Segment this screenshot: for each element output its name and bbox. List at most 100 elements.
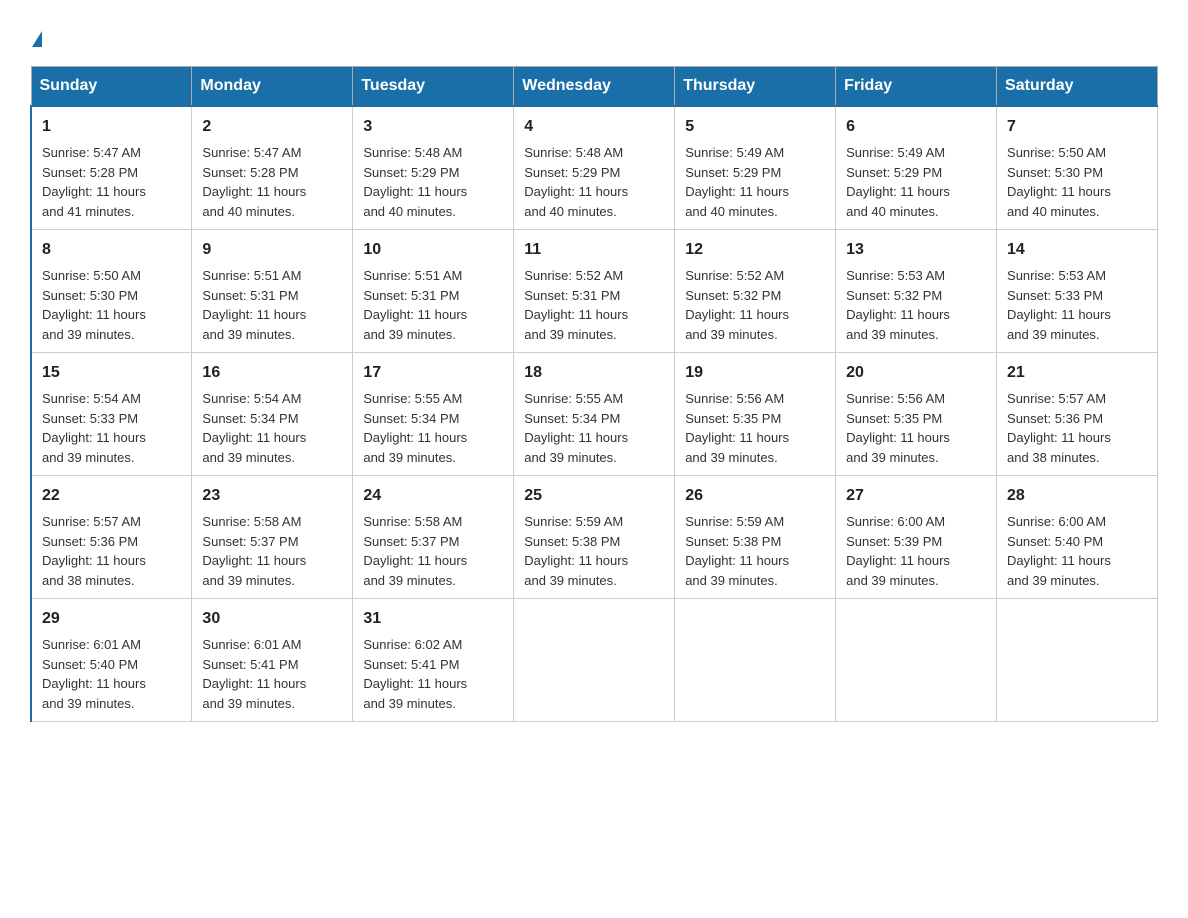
day-number: 10 bbox=[363, 238, 503, 262]
day-number: 16 bbox=[202, 361, 342, 385]
calendar-cell: 16 Sunrise: 5:54 AMSunset: 5:34 PMDayligh… bbox=[192, 353, 353, 476]
day-info: Sunrise: 5:57 AMSunset: 5:36 PMDaylight:… bbox=[1007, 389, 1147, 467]
day-number: 25 bbox=[524, 484, 664, 508]
calendar-cell: 21 Sunrise: 5:57 AMSunset: 5:36 PMDayligh… bbox=[997, 353, 1158, 476]
day-number: 9 bbox=[202, 238, 342, 262]
weekday-header-wednesday: Wednesday bbox=[514, 67, 675, 107]
calendar-cell: 29Sunrise: 6:01 AMSunset: 5:40 PMDayligh… bbox=[31, 599, 192, 722]
day-info: Sunrise: 5:58 AMSunset: 5:37 PMDaylight:… bbox=[363, 512, 503, 590]
calendar-cell: 26 Sunrise: 5:59 AMSunset: 5:38 PMDayligh… bbox=[675, 476, 836, 599]
weekday-header-thursday: Thursday bbox=[675, 67, 836, 107]
day-info: Sunrise: 5:58 AMSunset: 5:37 PMDaylight:… bbox=[202, 512, 342, 590]
calendar-week-row: 29Sunrise: 6:01 AMSunset: 5:40 PMDayligh… bbox=[31, 599, 1158, 722]
weekday-header-monday: Monday bbox=[192, 67, 353, 107]
day-info: Sunrise: 5:54 AMSunset: 5:34 PMDaylight:… bbox=[202, 389, 342, 467]
day-info: Sunrise: 5:55 AMSunset: 5:34 PMDaylight:… bbox=[524, 389, 664, 467]
day-number: 21 bbox=[1007, 361, 1147, 385]
day-number: 7 bbox=[1007, 115, 1147, 139]
logo bbox=[30, 20, 42, 48]
day-number: 23 bbox=[202, 484, 342, 508]
day-number: 20 bbox=[846, 361, 986, 385]
calendar-cell: 12Sunrise: 5:52 AMSunset: 5:32 PMDayligh… bbox=[675, 230, 836, 353]
day-info: Sunrise: 6:00 AMSunset: 5:40 PMDaylight:… bbox=[1007, 512, 1147, 590]
day-info: Sunrise: 5:48 AMSunset: 5:29 PMDaylight:… bbox=[363, 143, 503, 221]
day-info: Sunrise: 6:02 AMSunset: 5:41 PMDaylight:… bbox=[363, 635, 503, 713]
day-info: Sunrise: 5:49 AMSunset: 5:29 PMDaylight:… bbox=[846, 143, 986, 221]
calendar-cell: 2 Sunrise: 5:47 AMSunset: 5:28 PMDaylight… bbox=[192, 106, 353, 230]
day-info: Sunrise: 5:51 AMSunset: 5:31 PMDaylight:… bbox=[202, 266, 342, 344]
day-number: 12 bbox=[685, 238, 825, 262]
day-info: Sunrise: 5:53 AMSunset: 5:33 PMDaylight:… bbox=[1007, 266, 1147, 344]
day-number: 24 bbox=[363, 484, 503, 508]
calendar-week-row: 15 Sunrise: 5:54 AMSunset: 5:33 PMDayligh… bbox=[31, 353, 1158, 476]
day-number: 3 bbox=[363, 115, 503, 139]
day-info: Sunrise: 5:50 AMSunset: 5:30 PMDaylight:… bbox=[42, 266, 181, 344]
calendar-cell: 20 Sunrise: 5:56 AMSunset: 5:35 PMDayligh… bbox=[836, 353, 997, 476]
weekday-header-sunday: Sunday bbox=[31, 67, 192, 107]
day-number: 31 bbox=[363, 607, 503, 631]
calendar-cell: 24 Sunrise: 5:58 AMSunset: 5:37 PMDayligh… bbox=[353, 476, 514, 599]
day-number: 5 bbox=[685, 115, 825, 139]
calendar-cell: 28 Sunrise: 6:00 AMSunset: 5:40 PMDayligh… bbox=[997, 476, 1158, 599]
day-number: 15 bbox=[42, 361, 181, 385]
day-number: 28 bbox=[1007, 484, 1147, 508]
weekday-header-row: SundayMondayTuesdayWednesdayThursdayFrid… bbox=[31, 67, 1158, 107]
day-info: Sunrise: 5:50 AMSunset: 5:30 PMDaylight:… bbox=[1007, 143, 1147, 221]
day-info: Sunrise: 5:55 AMSunset: 5:34 PMDaylight:… bbox=[363, 389, 503, 467]
day-number: 2 bbox=[202, 115, 342, 139]
calendar-cell: 17Sunrise: 5:55 AMSunset: 5:34 PMDayligh… bbox=[353, 353, 514, 476]
calendar-cell: 1 Sunrise: 5:47 AMSunset: 5:28 PMDaylight… bbox=[31, 106, 192, 230]
weekday-header-friday: Friday bbox=[836, 67, 997, 107]
calendar-cell: 27 Sunrise: 6:00 AMSunset: 5:39 PMDayligh… bbox=[836, 476, 997, 599]
calendar-cell: 4Sunrise: 5:48 AMSunset: 5:29 PMDaylight… bbox=[514, 106, 675, 230]
day-info: Sunrise: 6:00 AMSunset: 5:39 PMDaylight:… bbox=[846, 512, 986, 590]
logo-general-line bbox=[30, 20, 42, 48]
calendar-table: SundayMondayTuesdayWednesdayThursdayFrid… bbox=[30, 66, 1158, 722]
day-info: Sunrise: 5:53 AMSunset: 5:32 PMDaylight:… bbox=[846, 266, 986, 344]
calendar-cell: 25 Sunrise: 5:59 AMSunset: 5:38 PMDayligh… bbox=[514, 476, 675, 599]
calendar-cell: 22 Sunrise: 5:57 AMSunset: 5:36 PMDayligh… bbox=[31, 476, 192, 599]
day-info: Sunrise: 5:47 AMSunset: 5:28 PMDaylight:… bbox=[42, 143, 181, 221]
calendar-cell: 5Sunrise: 5:49 AMSunset: 5:29 PMDaylight… bbox=[675, 106, 836, 230]
day-info: Sunrise: 5:51 AMSunset: 5:31 PMDaylight:… bbox=[363, 266, 503, 344]
day-info: Sunrise: 5:54 AMSunset: 5:33 PMDaylight:… bbox=[42, 389, 181, 467]
day-number: 27 bbox=[846, 484, 986, 508]
day-number: 30 bbox=[202, 607, 342, 631]
day-number: 4 bbox=[524, 115, 664, 139]
calendar-cell: 14Sunrise: 5:53 AMSunset: 5:33 PMDayligh… bbox=[997, 230, 1158, 353]
calendar-cell: 19Sunrise: 5:56 AMSunset: 5:35 PMDayligh… bbox=[675, 353, 836, 476]
day-info: Sunrise: 5:56 AMSunset: 5:35 PMDaylight:… bbox=[846, 389, 986, 467]
calendar-cell: 6 Sunrise: 5:49 AMSunset: 5:29 PMDaylight… bbox=[836, 106, 997, 230]
calendar-cell bbox=[836, 599, 997, 722]
day-info: Sunrise: 5:59 AMSunset: 5:38 PMDaylight:… bbox=[685, 512, 825, 590]
logo-triangle-icon bbox=[32, 31, 42, 47]
day-number: 13 bbox=[846, 238, 986, 262]
day-number: 26 bbox=[685, 484, 825, 508]
calendar-cell: 18 Sunrise: 5:55 AMSunset: 5:34 PMDayligh… bbox=[514, 353, 675, 476]
weekday-header-tuesday: Tuesday bbox=[353, 67, 514, 107]
calendar-cell: 3 Sunrise: 5:48 AMSunset: 5:29 PMDaylight… bbox=[353, 106, 514, 230]
calendar-cell: 10 Sunrise: 5:51 AMSunset: 5:31 PMDayligh… bbox=[353, 230, 514, 353]
calendar-week-row: 22 Sunrise: 5:57 AMSunset: 5:36 PMDayligh… bbox=[31, 476, 1158, 599]
day-number: 18 bbox=[524, 361, 664, 385]
day-number: 22 bbox=[42, 484, 181, 508]
calendar-cell: 13 Sunrise: 5:53 AMSunset: 5:32 PMDayligh… bbox=[836, 230, 997, 353]
day-number: 1 bbox=[42, 115, 181, 139]
calendar-cell: 30Sunrise: 6:01 AMSunset: 5:41 PMDayligh… bbox=[192, 599, 353, 722]
day-info: Sunrise: 5:52 AMSunset: 5:31 PMDaylight:… bbox=[524, 266, 664, 344]
calendar-cell: 23 Sunrise: 5:58 AMSunset: 5:37 PMDayligh… bbox=[192, 476, 353, 599]
weekday-header-saturday: Saturday bbox=[997, 67, 1158, 107]
calendar-week-row: 1 Sunrise: 5:47 AMSunset: 5:28 PMDaylight… bbox=[31, 106, 1158, 230]
day-info: Sunrise: 5:59 AMSunset: 5:38 PMDaylight:… bbox=[524, 512, 664, 590]
day-info: Sunrise: 5:57 AMSunset: 5:36 PMDaylight:… bbox=[42, 512, 181, 590]
calendar-cell: 11Sunrise: 5:52 AMSunset: 5:31 PMDayligh… bbox=[514, 230, 675, 353]
calendar-cell bbox=[675, 599, 836, 722]
day-number: 6 bbox=[846, 115, 986, 139]
day-info: Sunrise: 5:47 AMSunset: 5:28 PMDaylight:… bbox=[202, 143, 342, 221]
day-info: Sunrise: 5:56 AMSunset: 5:35 PMDaylight:… bbox=[685, 389, 825, 467]
calendar-cell: 9 Sunrise: 5:51 AMSunset: 5:31 PMDaylight… bbox=[192, 230, 353, 353]
calendar-cell: 31 Sunrise: 6:02 AMSunset: 5:41 PMDayligh… bbox=[353, 599, 514, 722]
calendar-cell bbox=[514, 599, 675, 722]
calendar-cell bbox=[997, 599, 1158, 722]
day-number: 29 bbox=[42, 607, 181, 631]
